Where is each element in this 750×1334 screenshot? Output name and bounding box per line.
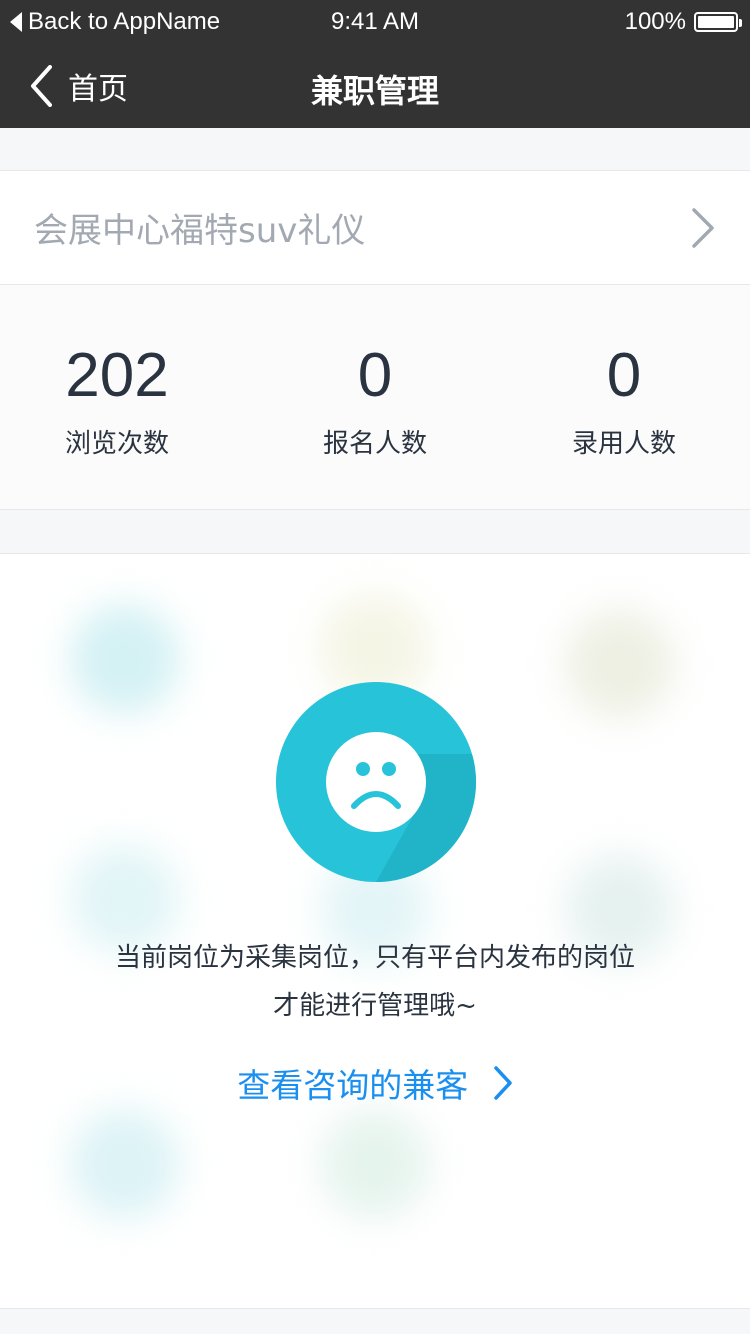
stat-applicants-value: 0 xyxy=(357,341,393,410)
navigation-bar: 首页 兼职管理 xyxy=(0,44,750,128)
stat-views-value: 202 xyxy=(65,341,169,410)
empty-state-message: 当前岗位为采集岗位，只有平台内发布的岗位 才能进行管理哦~ xyxy=(40,934,710,1030)
view-consulting-workers-link[interactable]: 查看咨询的兼客 xyxy=(0,1059,750,1107)
empty-message-line1: 当前岗位为采集岗位，只有平台内发布的岗位 xyxy=(114,943,635,973)
stat-views-label: 浏览次数 xyxy=(64,429,169,459)
status-right-group: 100% xyxy=(624,8,742,36)
page-title: 兼职管理 xyxy=(310,72,439,110)
stat-hired-label: 录用人数 xyxy=(571,429,676,459)
stat-hired: 0 录用人数 xyxy=(499,341,749,460)
job-title-row[interactable]: 会展中心福特suv礼仪 xyxy=(0,170,750,285)
stat-hired-value: 0 xyxy=(606,341,642,410)
sad-face-icon xyxy=(276,682,476,882)
background-blob xyxy=(565,609,675,719)
empty-state-panel: 当前岗位为采集岗位，只有平台内发布的岗位 才能进行管理哦~ 查看咨询的兼客 xyxy=(0,553,750,1309)
background-blob xyxy=(320,1109,430,1219)
stat-views: 202 浏览次数 xyxy=(0,341,242,460)
stats-panel: 202 浏览次数 0 报名人数 0 录用人数 xyxy=(0,285,750,510)
stat-applicants: 0 报名人数 xyxy=(250,341,500,460)
face-circle xyxy=(326,732,426,832)
chevron-right-icon xyxy=(692,207,714,248)
battery-percentage: 100% xyxy=(624,8,686,35)
job-title: 会展中心福特suv礼仪 xyxy=(34,211,366,251)
battery-icon xyxy=(694,12,742,32)
stat-applicants-label: 报名人数 xyxy=(322,429,427,459)
status-bar: Back to AppName 9:41 AM 100% xyxy=(0,0,750,44)
empty-message-line2: 才能进行管理哦~ xyxy=(273,991,477,1021)
frown-mouth-icon xyxy=(351,762,401,809)
consult-link-label: 查看咨询的兼客 xyxy=(237,1066,469,1105)
background-blob xyxy=(70,1109,180,1219)
background-blob xyxy=(70,604,180,714)
chevron-right-icon xyxy=(494,1066,512,1100)
